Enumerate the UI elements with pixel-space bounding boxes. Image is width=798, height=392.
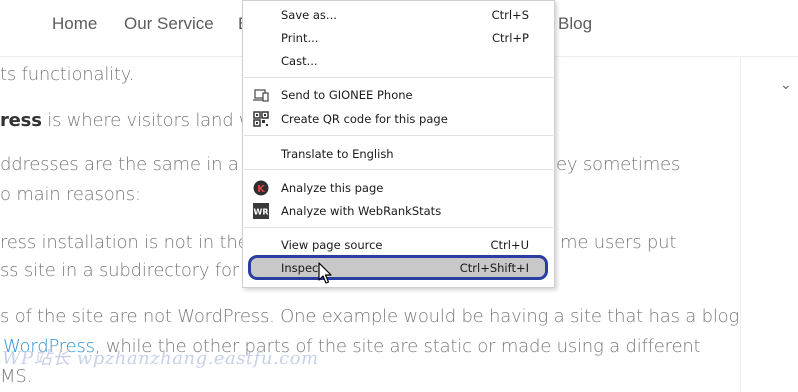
menu-separator: [244, 169, 553, 170]
nav-blog[interactable]: Blog: [558, 14, 592, 34]
menu-item-save-as[interactable]: Save as... Ctrl+S: [244, 4, 553, 26]
webrankstats-icon: WR: [253, 203, 269, 219]
article-line: ress installation is not in the ro: [0, 232, 272, 253]
menu-item-send-to-device[interactable]: Send to GIONEE Phone: [244, 84, 553, 106]
send-to-device-icon: [253, 89, 269, 102]
menu-item-print[interactable]: Print... Ctrl+P: [244, 27, 553, 49]
article-bold: ress: [0, 110, 42, 131]
article-line: me users put: [560, 232, 677, 253]
nav-our-service[interactable]: Our Service: [124, 14, 214, 34]
article-line: s of the site are not WordPress. One exa…: [0, 306, 740, 327]
menu-separator: [244, 135, 553, 136]
chevron-down-icon[interactable]: ⌄: [780, 76, 792, 93]
menu-item-translate[interactable]: Translate to English: [244, 143, 553, 165]
menu-separator: [244, 77, 553, 78]
menu-item-create-qr[interactable]: Create QR code for this page: [244, 108, 553, 130]
svg-text:K: K: [257, 184, 266, 195]
menu-item-inspect[interactable]: Inspect Ctrl+Shift+I: [244, 257, 553, 279]
watermark: WP站长 wpzhanzhang.eastfu.com: [2, 348, 319, 369]
menu-item-webrankstats[interactable]: WR Analyze with WebRankStats: [244, 200, 553, 222]
menu-separator: [244, 227, 553, 228]
nav-home[interactable]: Home: [52, 14, 97, 34]
menu-item-cast[interactable]: Cast...: [244, 50, 553, 72]
article-line: ress is where visitors land whe: [0, 110, 276, 131]
context-menu: Save as... Ctrl+S Print... Ctrl+P Cast..…: [242, 0, 555, 288]
qr-code-icon: [253, 111, 269, 127]
sidebar-divider: [740, 57, 741, 392]
article-text: is where visitors land whe: [41, 110, 276, 131]
svg-text:WR: WR: [254, 208, 269, 217]
article-line: ts functionality.: [0, 64, 135, 85]
article-line: ddresses are the same in a def: [0, 154, 273, 175]
article-line: ss site in a subdirectory for se: [0, 260, 265, 281]
mouse-pointer-icon: [318, 262, 332, 284]
menu-item-view-source[interactable]: View page source Ctrl+U: [244, 234, 553, 256]
article-line: ey sometimes: [556, 154, 681, 175]
menu-item-analyze-page[interactable]: K Analyze this page: [244, 177, 553, 199]
article-line: o main reasons:: [0, 184, 141, 205]
k-extension-icon: K: [253, 180, 269, 196]
